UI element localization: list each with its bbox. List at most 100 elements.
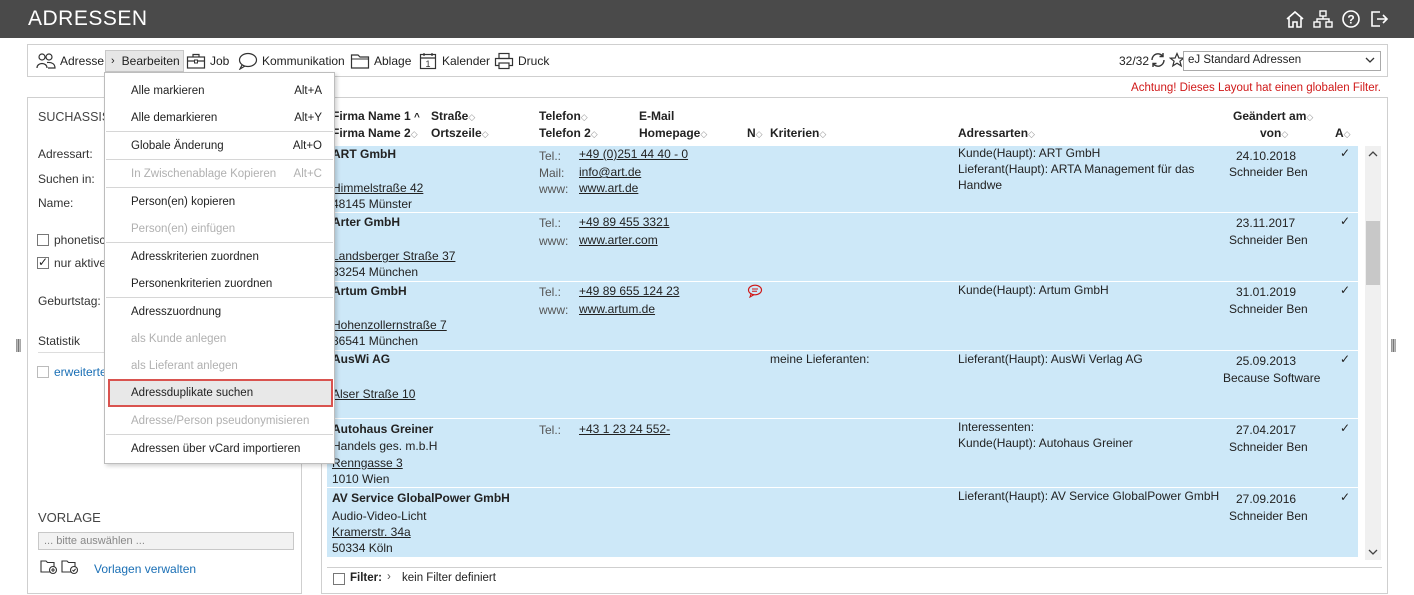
col-von-header[interactable]: von◇ xyxy=(1260,126,1288,140)
row-active-check: ✓ xyxy=(1340,214,1351,228)
menu-item-adresskriterien-zuordnen[interactable]: Adresskriterien zuordnen xyxy=(105,243,334,270)
row-comm-label: Tel.: xyxy=(539,149,562,163)
col-geaendert-header[interactable]: Geändert am◇ xyxy=(1233,109,1313,123)
row-street[interactable]: Landsberger Straße 37 xyxy=(332,249,455,263)
grid-scrollbar[interactable] xyxy=(1365,146,1381,560)
col-ortszeile-header[interactable]: Ortszeile◇ xyxy=(431,126,489,140)
logout-icon[interactable] xyxy=(1368,8,1390,30)
col-email-header[interactable]: E-Mail xyxy=(639,109,674,123)
toolbar-job[interactable]: Job xyxy=(186,50,229,72)
erweiterte-checkbox[interactable] xyxy=(37,366,49,378)
address-grid: Firma Name 1 ^ Firma Name 2◇ Straße◇ Ort… xyxy=(321,97,1388,594)
filter-checkbox[interactable] xyxy=(333,573,345,585)
col-strasse-header[interactable]: Straße◇ xyxy=(431,109,475,123)
table-row[interactable]: Arter GmbH Landsberger Straße 37 83254 M… xyxy=(327,213,1358,282)
table-row[interactable]: AV Service GlobalPower GmbH Audio-Video-… xyxy=(327,488,1358,558)
menu-item-adressduplikate-suchen[interactable]: Adressduplikate suchen xyxy=(108,379,333,407)
manage-template-icon[interactable] xyxy=(61,559,79,578)
vorlage-select[interactable]: ... bitte auswählen ... xyxy=(38,532,294,550)
row-active-check: ✓ xyxy=(1340,421,1351,435)
row-name1: ART GmbH xyxy=(332,147,396,161)
col-telefon2-header[interactable]: Telefon 2◇ xyxy=(539,126,598,140)
suchen-in-label: Suchen in: xyxy=(38,172,95,186)
toolbar-kommunikation[interactable]: Kommunikation xyxy=(238,50,345,72)
global-filter-warning: Achtung! Dieses Layout hat einen globale… xyxy=(1131,82,1381,94)
chevron-right-icon[interactable]: › xyxy=(387,571,391,583)
scroll-thumb[interactable] xyxy=(1366,221,1380,285)
menu-item-globale-aenderung[interactable]: Globale Änderung Alt+O xyxy=(105,132,334,159)
scroll-down-icon[interactable] xyxy=(1368,546,1378,560)
refresh-icon[interactable] xyxy=(1149,51,1167,72)
nur-aktive-checkbox[interactable] xyxy=(37,255,49,269)
row-street[interactable]: Himmelstraße 42 xyxy=(332,181,423,195)
left-resize-handle[interactable]: ||| xyxy=(15,336,22,352)
row-name1: Artum GmbH xyxy=(332,284,407,298)
vorlagen-verwalten-link[interactable]: Vorlagen verwalten xyxy=(94,562,196,576)
row-web-link[interactable]: www.arter.com xyxy=(579,233,658,247)
menu-item-personen-kopieren[interactable]: Person(en) kopieren xyxy=(105,188,334,215)
row-date: 24.10.2018 xyxy=(1236,149,1297,163)
menu-item-adresszuordnung[interactable]: Adresszuordnung xyxy=(105,298,334,325)
toolbar-druck[interactable]: Druck xyxy=(494,50,549,72)
layout-select[interactable]: eJ Standard Adressen xyxy=(1183,51,1381,71)
erweiterte-link[interactable]: erweiterte xyxy=(54,365,107,379)
row-date: 23.11.2017 xyxy=(1236,216,1296,230)
toolbar-ablage[interactable]: Ablage xyxy=(350,50,411,72)
row-street[interactable]: Hohenzollernstraße 7 xyxy=(332,318,447,332)
col-adressarten-header[interactable]: Adressarten◇ xyxy=(958,126,1035,140)
row-web-link[interactable]: www.art.de xyxy=(579,181,638,195)
row-email-link[interactable]: info@art.de xyxy=(579,165,641,179)
row-adressart: Lieferant(Haupt): AusWi Verlag AG xyxy=(958,352,1143,366)
sitemap-icon[interactable] xyxy=(1312,8,1334,30)
row-comm-label: www: xyxy=(539,303,569,317)
col-n-header[interactable]: N◇ xyxy=(747,126,763,140)
row-street[interactable]: Renngasse 3 xyxy=(332,456,403,470)
table-row[interactable]: AusWi AG Alser Straße 10 meine Lieferant… xyxy=(327,351,1358,419)
table-row[interactable]: Autohaus Greiner Handels ges. m.b.H Renn… xyxy=(327,419,1358,488)
row-active-check: ✓ xyxy=(1340,146,1351,160)
filter-label: Filter: xyxy=(350,572,382,584)
row-street[interactable]: Kramerstr. 34a xyxy=(332,525,411,539)
toolbar-kommunikation-label: Kommunikation xyxy=(262,54,345,68)
row-street[interactable]: Alser Straße 10 xyxy=(332,387,415,401)
name-label: Name: xyxy=(38,196,74,210)
toolbar-adresse[interactable]: Adresse xyxy=(36,50,104,72)
scroll-up-icon[interactable] xyxy=(1368,148,1378,162)
menu-item-als-lieferant-anlegen: als Lieferant anlegen xyxy=(131,359,238,372)
row-web-link[interactable]: www.artum.de xyxy=(579,302,655,316)
row-phone-link[interactable]: +49 (0)251 44 40 - 0 xyxy=(579,147,688,161)
note-icon[interactable] xyxy=(747,284,763,301)
table-row[interactable]: Artum GmbH Hohenzollernstraße 7 86541 Mü… xyxy=(327,282,1358,351)
menu-item-als-kunde-anlegen: als Kunde anlegen xyxy=(131,332,227,345)
col-kriterien-header[interactable]: Kriterien◇ xyxy=(770,126,826,140)
menu-item-alle-markieren[interactable]: Alle markieren Alt+A xyxy=(105,77,334,104)
toolbar-druck-label: Druck xyxy=(518,54,550,68)
menu-item-vcard-importieren[interactable]: Adressen über vCard importieren xyxy=(105,435,334,462)
row-user: Schneider Ben xyxy=(1229,233,1308,247)
col-aktiv-header[interactable]: A◇ xyxy=(1335,126,1351,140)
toolbar-kalender[interactable]: 1 Kalender xyxy=(418,50,490,72)
col-telefon-header[interactable]: Telefon◇ xyxy=(539,109,588,123)
row-user: Because Software xyxy=(1223,371,1321,385)
right-resize-handle[interactable]: ||| xyxy=(1390,336,1397,352)
row-comm-label: www: xyxy=(539,182,569,196)
col-firma2-header[interactable]: Firma Name 2◇ xyxy=(332,126,418,140)
row-adressart: Kunde(Haupt): Autohaus Greiner xyxy=(958,436,1133,450)
help-icon[interactable]: ? xyxy=(1340,8,1362,30)
row-phone-link[interactable]: +49 89 455 3321 xyxy=(579,215,669,229)
menu-item-alle-demarkieren[interactable]: Alle demarkieren Alt+Y xyxy=(105,104,334,131)
adressart-label: Adressart: xyxy=(38,147,93,161)
row-phone-link[interactable]: +43 1 23 24 552- xyxy=(579,422,670,436)
menu-item-personenkriterien-zuordnen[interactable]: Personenkriterien zuordnen xyxy=(105,270,334,297)
toolbar-bearbeiten[interactable]: › Bearbeiten xyxy=(105,50,184,72)
row-adressart: Kunde(Haupt): Artum GmbH xyxy=(958,283,1109,297)
col-firma1-header[interactable]: Firma Name 1 ^ xyxy=(332,109,420,123)
row-name2: Audio-Video-Licht xyxy=(332,509,427,523)
row-phone-link[interactable]: +49 89 655 124 23 xyxy=(579,284,679,298)
table-row[interactable]: ART GmbH Himmelstraße 42 48145 Münster T… xyxy=(327,146,1358,213)
phonetisch-checkbox[interactable] xyxy=(37,234,49,246)
col-homepage-header[interactable]: Homepage◇ xyxy=(639,126,707,140)
home-icon[interactable] xyxy=(1284,8,1306,30)
add-template-icon[interactable] xyxy=(40,559,58,578)
calendar-icon: 1 xyxy=(418,51,438,71)
